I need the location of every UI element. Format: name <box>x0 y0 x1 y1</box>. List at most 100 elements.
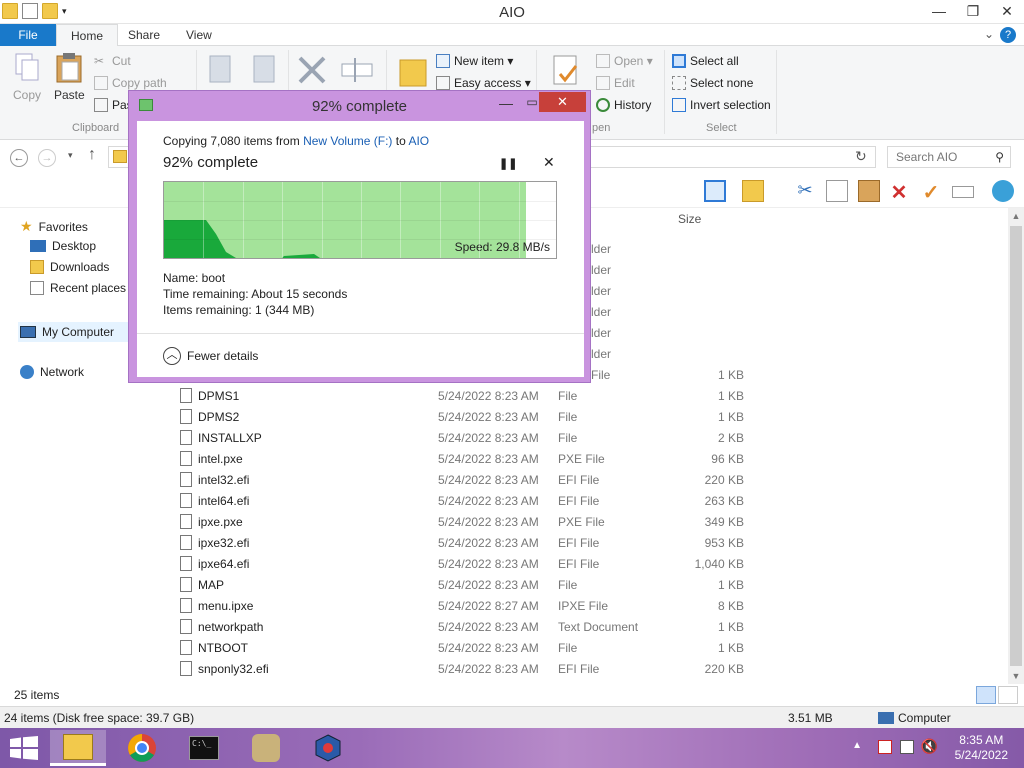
preview-pane-icon[interactable] <box>704 180 726 202</box>
dialog-minimize-button[interactable]: — <box>493 95 519 113</box>
taskbar-command-prompt[interactable]: C:\_ <box>176 730 232 766</box>
volume-muted-icon[interactable]: 🔇 <box>921 738 938 755</box>
file-icon <box>180 619 192 634</box>
file-size: 1 KB <box>717 410 744 424</box>
search-input[interactable]: Search AIO ⚲ <box>887 146 1011 168</box>
close-button[interactable]: ✕ <box>990 0 1024 22</box>
scroll-down-icon[interactable]: ▼ <box>1008 668 1024 684</box>
help-icon[interactable]: ? <box>1000 27 1016 43</box>
nav-network[interactable]: Network <box>20 365 84 379</box>
rename-icon[interactable] <box>340 54 374 86</box>
rename-icon[interactable] <box>952 186 974 198</box>
current-file-name: Name: boot <box>163 271 226 285</box>
invert-selection-button[interactable]: Invert selection <box>672 98 771 112</box>
back-button[interactable]: ← <box>10 149 28 167</box>
taskbar-file-explorer[interactable] <box>50 730 106 766</box>
tab-view[interactable]: View <box>172 24 226 46</box>
paste-button[interactable]: Paste <box>54 52 85 102</box>
table-row[interactable]: intel32.efi 5/24/2022 8:23 AM EFI File 220 … <box>172 470 1008 491</box>
dialog-title-bar[interactable]: 92% complete — ▭ ✕ <box>129 91 590 121</box>
paste-icon[interactable] <box>858 180 880 202</box>
details-view-icon[interactable] <box>976 686 996 704</box>
nav-favorites[interactable]: ★ Favorites <box>20 218 88 235</box>
table-row[interactable]: DPMS2 5/24/2022 8:23 AM File 1 KB <box>172 407 1008 428</box>
show-hidden-icons[interactable]: ▲ <box>852 740 862 751</box>
globe-icon[interactable] <box>992 180 1014 202</box>
dialog-close-button[interactable]: ✕ <box>539 92 586 112</box>
collapse-ribbon-icon[interactable]: ⌄ <box>984 27 994 41</box>
file-icon <box>180 430 192 445</box>
table-row[interactable]: NTBOOT 5/24/2022 8:23 AM File 1 KB <box>172 638 1008 659</box>
paste-shortcut-button[interactable]: Pas <box>94 98 133 112</box>
properties-check-icon[interactable]: ✓ <box>920 180 942 204</box>
nav-recent-places[interactable]: Recent places <box>30 281 126 295</box>
move-to-icon[interactable] <box>206 54 236 86</box>
maximize-button[interactable]: ❐ <box>956 0 990 22</box>
table-row[interactable]: DPMS1 5/24/2022 8:23 AM File 1 KB <box>172 386 1008 407</box>
tab-file[interactable]: File <box>0 24 56 46</box>
cut-icon[interactable]: ✂ <box>794 180 816 202</box>
table-row[interactable]: networkpath 5/24/2022 8:23 AM Text Documen… <box>172 617 1008 638</box>
details-status-bar: 24 items (Disk free space: 39.7 GB) 3.51… <box>0 706 1024 728</box>
forward-button[interactable]: → <box>38 149 56 167</box>
edit-button[interactable]: Edit <box>596 76 635 90</box>
table-row[interactable]: MAP 5/24/2022 8:23 AM File 1 KB <box>172 575 1008 596</box>
pause-icon[interactable]: ❚❚ <box>499 157 517 170</box>
minimize-button[interactable]: — <box>922 0 956 22</box>
table-row[interactable]: ipxe64.efi 5/24/2022 8:23 AM EFI File 1,040… <box>172 554 1008 575</box>
properties-big-icon[interactable] <box>550 54 582 88</box>
copy-icon[interactable] <box>826 180 848 202</box>
delete-icon[interactable]: ✕ <box>888 180 910 204</box>
select-none-button[interactable]: Select none <box>672 76 753 90</box>
copy-button[interactable]: Copy <box>12 52 42 102</box>
source-link[interactable]: New Volume (F:) <box>303 134 392 148</box>
up-arrow-icon[interactable]: ↑ <box>88 146 96 164</box>
copy-path-button[interactable]: Copy path <box>94 76 167 90</box>
fewer-details-button[interactable]: ︿ Fewer details <box>163 347 258 365</box>
windows-start-icon[interactable] <box>10 736 38 760</box>
nav-desktop[interactable]: Desktop <box>30 239 96 253</box>
nav-downloads[interactable]: Downloads <box>30 260 109 274</box>
cancel-icon[interactable]: ✕ <box>543 154 555 171</box>
new-item-button[interactable]: New item ▾ <box>436 54 513 68</box>
table-row[interactable]: INSTALLXP 5/24/2022 8:23 AM File 2 KB <box>172 428 1008 449</box>
copy-to-icon[interactable] <box>248 54 278 86</box>
table-row[interactable]: ipxe.pxe 5/24/2022 8:23 AM PXE File 349 KB <box>172 512 1008 533</box>
table-row[interactable]: snponly32.efi 5/24/2022 8:23 AM EFI File 22… <box>172 659 1008 680</box>
tab-home[interactable]: Home <box>56 24 119 47</box>
network-status-icon[interactable] <box>900 740 914 754</box>
item-count: 25 items <box>14 688 60 702</box>
tab-share[interactable]: Share <box>114 24 174 46</box>
table-row[interactable]: menu.ipxe 5/24/2022 8:27 AM IPXE File 8 KB <box>172 596 1008 617</box>
large-icons-view-icon[interactable] <box>998 686 1018 704</box>
cut-button[interactable]: ✂ Cut <box>94 54 131 68</box>
select-all-button[interactable]: Select all <box>672 54 739 68</box>
taskbar-virtualbox[interactable] <box>300 730 356 766</box>
column-header-size[interactable]: Size <box>678 212 701 226</box>
destination-link[interactable]: AIO <box>408 134 429 148</box>
dialog-divider <box>137 333 584 334</box>
easy-access-button[interactable]: Easy access ▾ <box>436 76 531 90</box>
clipboard-group-label: Clipboard <box>72 122 120 134</box>
file-icon <box>180 409 192 424</box>
scrollbar-thumb[interactable] <box>1010 226 1022 666</box>
action-center-icon[interactable] <box>878 740 892 754</box>
file-icon <box>180 472 192 487</box>
table-row[interactable]: intel64.efi 5/24/2022 8:23 AM EFI File 263 … <box>172 491 1008 512</box>
table-row[interactable]: intel.pxe 5/24/2022 8:23 AM PXE File 96 KB <box>172 449 1008 470</box>
file-type: PXE File <box>558 515 605 529</box>
taskbar-chrome[interactable] <box>114 730 170 766</box>
history-button[interactable]: History <box>596 98 651 112</box>
open-button[interactable]: Open ▾ <box>596 54 653 68</box>
vertical-scrollbar[interactable]: ▲ ▼ <box>1008 208 1024 684</box>
file-name: intel64.efi <box>198 494 250 508</box>
table-row[interactable]: ipxe32.efi 5/24/2022 8:23 AM EFI File 953 K… <box>172 533 1008 554</box>
recent-locations-icon[interactable]: ▾ <box>68 150 73 161</box>
taskbar-app-user[interactable] <box>238 730 294 766</box>
refresh-icon[interactable]: ↻ <box>855 148 867 165</box>
scroll-up-icon[interactable]: ▲ <box>1008 208 1024 224</box>
delete-icon[interactable] <box>296 54 328 86</box>
folder-options-icon[interactable] <box>742 180 764 202</box>
new-folder-big-icon[interactable] <box>398 54 428 88</box>
taskbar-clock[interactable]: 8:35 AM 5/24/2022 <box>955 733 1008 763</box>
